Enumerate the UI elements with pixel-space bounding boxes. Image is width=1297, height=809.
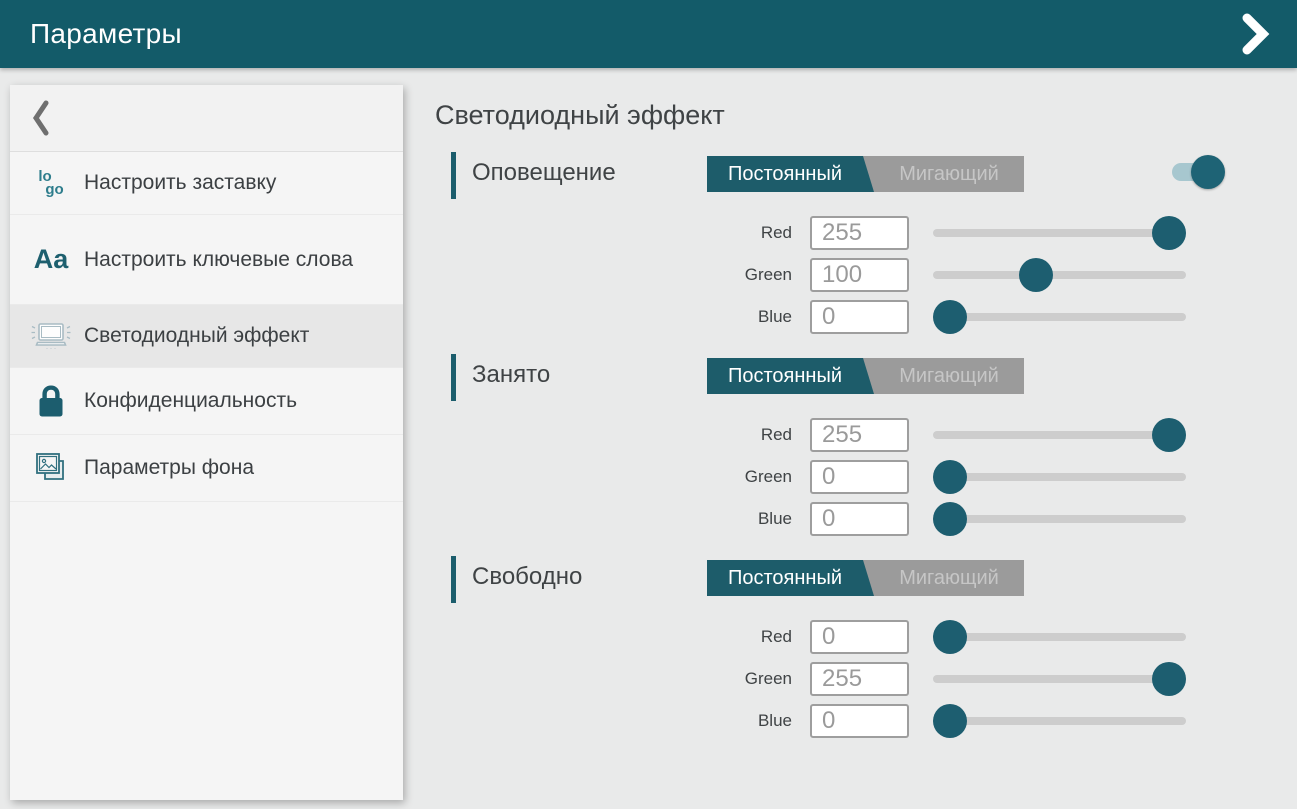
- slider-track: [933, 717, 1186, 725]
- sidebar-item-label: Светодиодный эффект: [74, 322, 309, 350]
- green-channel-label: Green: [672, 661, 792, 697]
- blue-value-input[interactable]: [810, 704, 909, 738]
- mode-option-solid[interactable]: Постоянный: [707, 358, 874, 394]
- green-channel-label: Green: [672, 459, 792, 495]
- sidebar-collapse-button[interactable]: [10, 85, 403, 152]
- red-channel-label: Red: [672, 215, 792, 251]
- slider-thumb: [933, 300, 967, 334]
- slider-track: [933, 473, 1186, 481]
- slider-track: [933, 271, 1186, 279]
- chevron-right-icon[interactable]: [1233, 10, 1279, 58]
- led-display-icon: [28, 318, 74, 354]
- toggle-thumb: [1191, 155, 1225, 189]
- green-channel-label: Green: [672, 257, 792, 293]
- slider-track: [933, 313, 1186, 321]
- section-title: Свободно: [472, 563, 582, 591]
- red-value-input[interactable]: [810, 620, 909, 654]
- red-slider[interactable]: [933, 619, 1186, 655]
- sidebar-item-led-effect[interactable]: Светодиодный эффект: [10, 305, 403, 368]
- led-section-free: Свободно Мигающий Постоянный Red Green B…: [435, 552, 1245, 752]
- page-title: Параметры: [30, 18, 182, 50]
- images-icon: [28, 449, 74, 487]
- slider-track: [933, 229, 1186, 237]
- slider-track: [933, 675, 1186, 683]
- section-accent-bar: [451, 556, 456, 603]
- keywords-icon: Aa: [28, 244, 74, 275]
- chevron-left-icon: [30, 99, 52, 137]
- section-accent-bar: [451, 152, 456, 199]
- red-channel-label: Red: [672, 417, 792, 453]
- settings-screen: Параметры lo go Настроить заставку: [0, 0, 1297, 809]
- slider-thumb: [933, 460, 967, 494]
- blue-slider[interactable]: [933, 703, 1186, 739]
- mode-option-blinking[interactable]: Мигающий: [874, 358, 1024, 394]
- slider-track: [933, 431, 1186, 439]
- red-slider[interactable]: [933, 417, 1186, 453]
- blue-value-input[interactable]: [810, 300, 909, 334]
- content-title: Светодиодный эффект: [435, 100, 725, 131]
- sidebar-item-label: Параметры фона: [74, 454, 254, 482]
- mode-segmented-control: Мигающий Постоянный: [707, 156, 1024, 192]
- mode-option-solid[interactable]: Постоянный: [707, 560, 874, 596]
- mode-segmented-control: Мигающий Постоянный: [707, 560, 1024, 596]
- sidebar-item-label: Настроить ключевые слова: [74, 246, 353, 274]
- blue-channel-label: Blue: [672, 299, 792, 335]
- red-value-input[interactable]: [810, 216, 909, 250]
- section-title: Оповещение: [472, 159, 616, 187]
- blue-slider[interactable]: [933, 501, 1186, 537]
- app-bar: Параметры: [0, 0, 1297, 68]
- sidebar-item-keywords[interactable]: Aa Настроить ключевые слова: [10, 215, 403, 305]
- green-slider[interactable]: [933, 661, 1186, 697]
- red-channel-label: Red: [672, 619, 792, 655]
- slider-thumb: [933, 620, 967, 654]
- mode-option-blinking[interactable]: Мигающий: [874, 560, 1024, 596]
- blue-channel-label: Blue: [672, 501, 792, 537]
- slider-track: [933, 633, 1186, 641]
- sidebar-item-label: Настроить заставку: [74, 169, 276, 197]
- slider-thumb: [1152, 418, 1186, 452]
- green-value-input[interactable]: [810, 258, 909, 292]
- blue-channel-label: Blue: [672, 703, 792, 739]
- green-slider[interactable]: [933, 257, 1186, 293]
- logo-icon: lo go: [28, 170, 74, 196]
- sidebar-item-privacy[interactable]: Конфиденциальность: [10, 368, 403, 435]
- mode-option-solid[interactable]: Постоянный: [707, 156, 874, 192]
- blue-slider[interactable]: [933, 299, 1186, 335]
- green-slider[interactable]: [933, 459, 1186, 495]
- slider-thumb: [933, 502, 967, 536]
- led-section-alert: Оповещение Мигающий Постоянный Red Green: [435, 148, 1245, 348]
- slider-track: [933, 515, 1186, 523]
- slider-thumb: [933, 704, 967, 738]
- blue-value-input[interactable]: [810, 502, 909, 536]
- mode-segmented-control: Мигающий Постоянный: [707, 358, 1024, 394]
- sidebar-item-background[interactable]: Параметры фона: [10, 435, 403, 502]
- red-value-input[interactable]: [810, 418, 909, 452]
- sidebar: lo go Настроить заставку Aa Настроить кл…: [10, 85, 403, 800]
- red-slider[interactable]: [933, 215, 1186, 251]
- sidebar-item-label: Конфиденциальность: [74, 387, 297, 415]
- slider-thumb: [1152, 216, 1186, 250]
- slider-thumb: [1152, 662, 1186, 696]
- alert-enabled-toggle[interactable]: [1172, 148, 1242, 198]
- lock-icon: [28, 383, 74, 419]
- led-section-busy: Занято Мигающий Постоянный Red Green Blu…: [435, 350, 1245, 550]
- green-value-input[interactable]: [810, 460, 909, 494]
- mode-option-blinking[interactable]: Мигающий: [874, 156, 1024, 192]
- section-title: Занято: [472, 361, 550, 389]
- slider-thumb: [1019, 258, 1053, 292]
- green-value-input[interactable]: [810, 662, 909, 696]
- sidebar-item-splash-screen[interactable]: lo go Настроить заставку: [10, 152, 403, 215]
- section-accent-bar: [451, 354, 456, 401]
